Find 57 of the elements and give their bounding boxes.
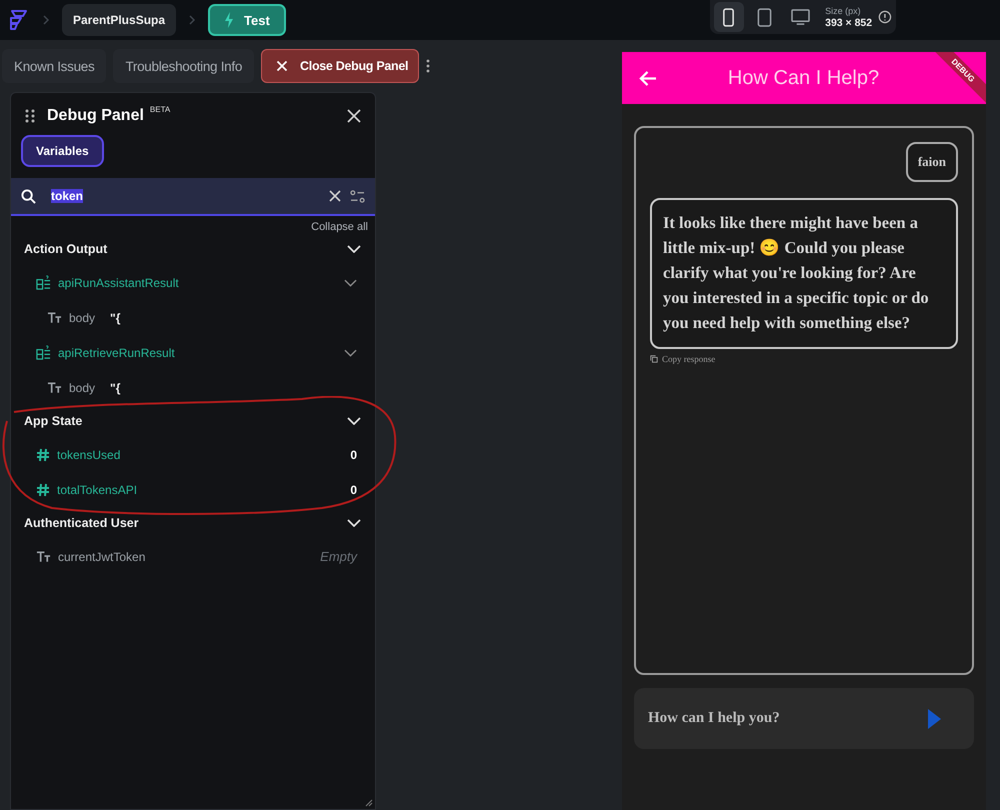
search-field[interactable]: token <box>11 178 375 216</box>
variable-name: tokensUsed <box>57 448 120 462</box>
section-header: App State <box>24 414 82 428</box>
toolbar-button[interactable]: Troubleshooting Info <box>113 49 254 83</box>
number-icon <box>36 448 50 462</box>
variables-tab[interactable]: Variables <box>21 135 104 167</box>
close-icon <box>276 60 288 72</box>
close-debug-panel-button[interactable]: Close Debug Panel <box>261 49 420 83</box>
beta-label: BETA <box>150 105 170 114</box>
bolt-icon <box>224 12 234 28</box>
monitor-icon <box>790 8 810 26</box>
variable-value: Empty <box>320 549 357 564</box>
text-type-icon <box>47 382 62 394</box>
assistant-message: It looks like there might have been a little mix-up! 😊 Could you please clarify what you're looking for? Are you interested in a specific topic or do you need help with something else? <box>650 198 958 349</box>
copy-icon <box>650 355 658 363</box>
phone-icon <box>722 8 736 26</box>
variable-name: body <box>69 310 96 324</box>
variable-value: "{ <box>110 310 120 324</box>
data-type-icon <box>36 345 51 360</box>
info-icon[interactable] <box>878 10 892 24</box>
toolbar-button[interactable]: Known Issues <box>2 49 106 83</box>
message-input[interactable]: How can I help you? <box>634 688 974 749</box>
variable-name: currentJwtToken <box>58 550 146 564</box>
variable-value: 0 <box>350 448 357 462</box>
clear-icon[interactable] <box>329 190 341 202</box>
size-label: Size (px) <box>825 5 862 17</box>
test-button[interactable]: Test <box>208 4 286 36</box>
chevron-icon <box>42 14 50 26</box>
text-type-icon <box>36 550 51 562</box>
resize-handle-icon[interactable] <box>363 797 373 807</box>
variable-value: "{ <box>110 380 120 394</box>
section-header: Authenticated User <box>24 516 139 530</box>
chevron-icon <box>188 14 196 26</box>
filter-icon[interactable] <box>350 190 365 202</box>
copy-response-button[interactable]: Copy response <box>650 354 958 364</box>
project-breadcrumb[interactable]: ParentPlusSupa <box>62 4 176 36</box>
text-type-icon <box>47 312 62 324</box>
number-icon <box>36 482 50 496</box>
variable-value: 0 <box>350 482 357 496</box>
app-title: How Can I Help? <box>726 66 880 90</box>
variable-name: totalTokensAPI <box>57 482 138 496</box>
tablet-icon <box>757 8 772 26</box>
more-icon[interactable] <box>426 59 430 73</box>
close-icon[interactable] <box>347 109 361 123</box>
variable-name: apiRunAssistantResult <box>58 276 179 290</box>
user-message: faion <box>906 142 958 182</box>
panel-title: Debug Panel <box>47 107 144 125</box>
section-header: Action Output <box>24 242 108 256</box>
variable-name: apiRetrieveRunResult <box>58 346 175 360</box>
data-type-icon <box>36 275 51 290</box>
variable-name: body <box>69 380 96 394</box>
back-arrow-icon[interactable] <box>638 70 657 86</box>
size-value: 393 × 852 <box>825 17 872 29</box>
collapse-all-link[interactable]: Collapse all <box>311 221 368 233</box>
phone-view-button[interactable] <box>714 2 744 32</box>
search-icon <box>21 188 36 204</box>
drag-handle-icon[interactable] <box>25 109 35 123</box>
